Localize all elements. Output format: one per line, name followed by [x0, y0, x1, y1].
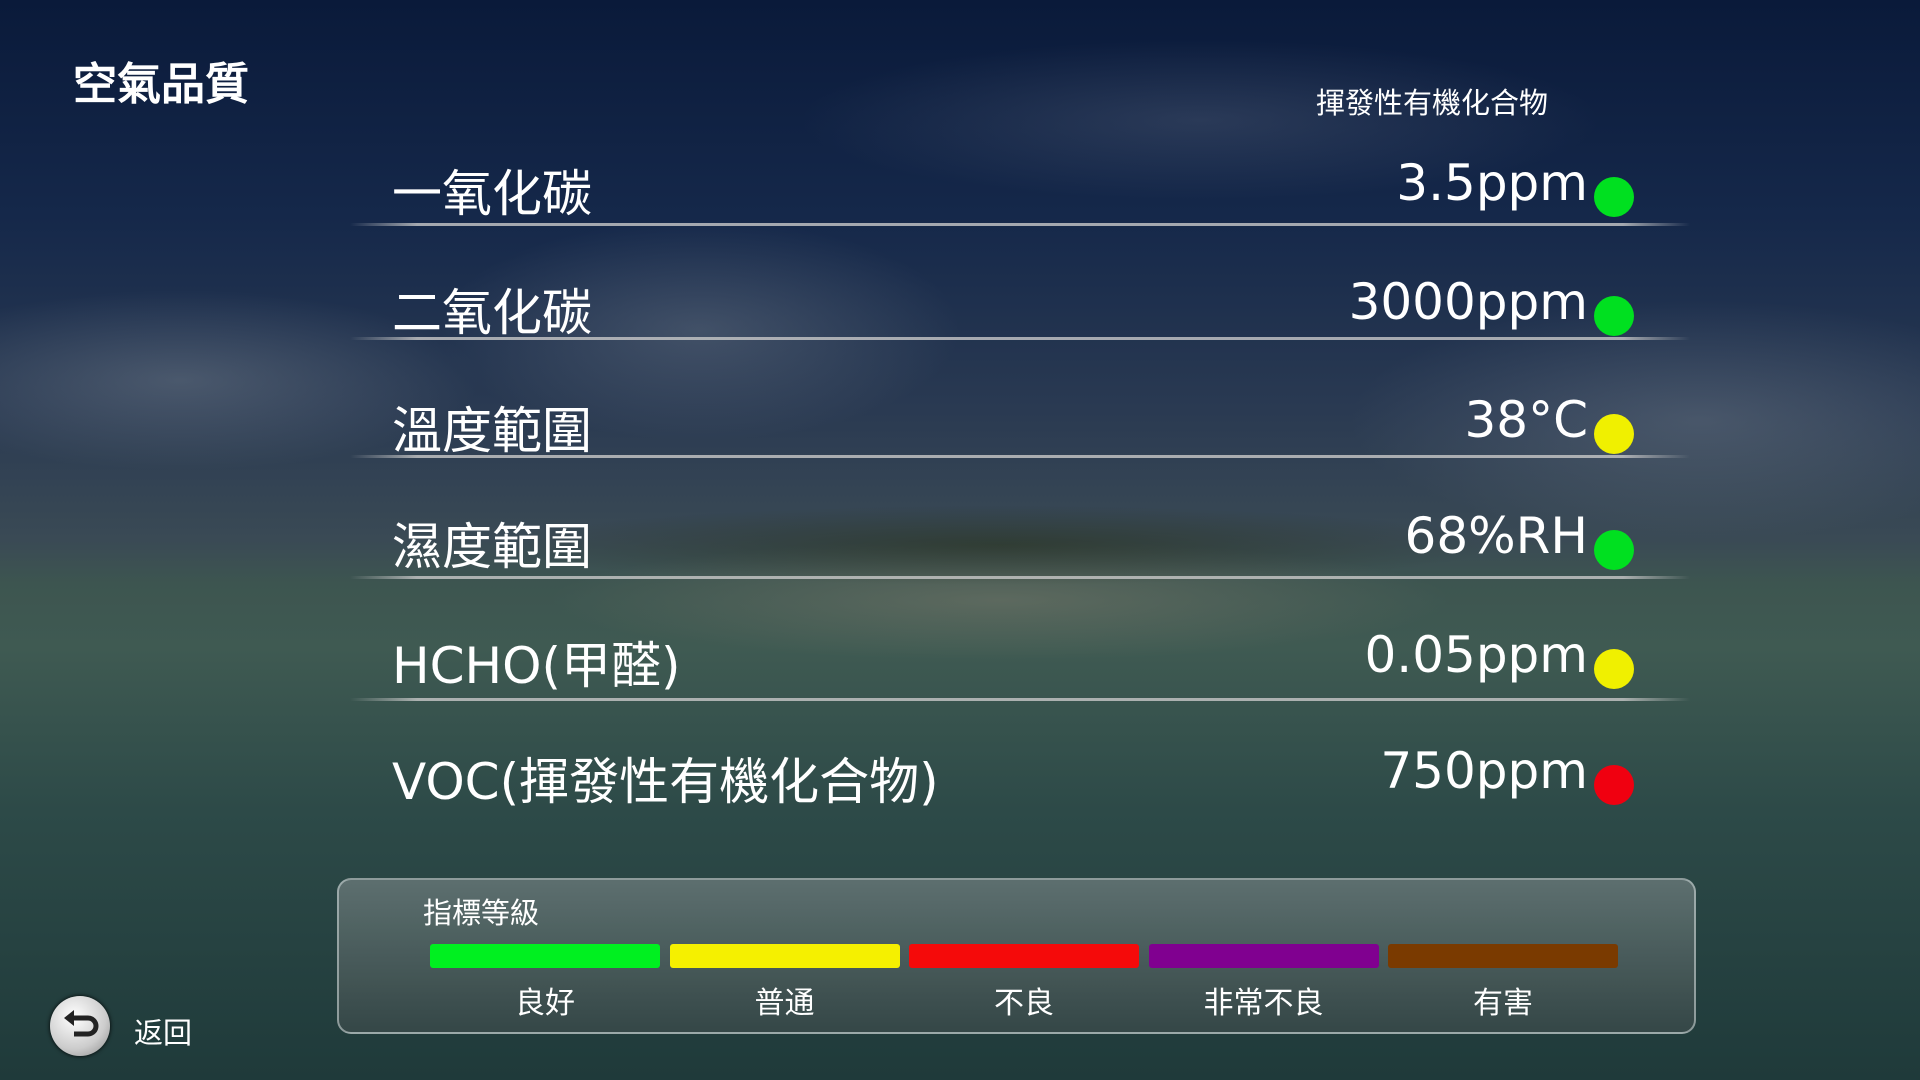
level-color-bar	[909, 944, 1139, 968]
level-color-bar	[430, 944, 660, 968]
level-color-bar	[1148, 944, 1379, 968]
level-label: 普通	[754, 986, 815, 1021]
status-dot-icon	[1594, 296, 1634, 336]
status-dot-icon	[1594, 765, 1634, 805]
row-value: 3.5ppm	[1396, 154, 1588, 212]
legend-panel: 指標等級 良好 普通 不良 非常不良 有害	[337, 878, 1696, 1034]
row-divider	[350, 223, 1690, 226]
row-divider	[350, 698, 1690, 701]
back-button[interactable]	[50, 996, 110, 1056]
level-label: 不良	[994, 986, 1054, 1021]
status-dot-icon	[1594, 530, 1634, 570]
level-color-bar	[669, 944, 900, 968]
row-label: HCHO(甲醛)	[392, 637, 681, 695]
status-dot-icon	[1594, 649, 1634, 689]
back-arrow-icon	[64, 1010, 99, 1037]
row-value: 3000ppm	[1348, 273, 1588, 331]
row-label: 濕度範圍	[392, 518, 592, 576]
row-label: 二氧化碳	[392, 284, 592, 342]
page-title: 空氣品質	[73, 59, 249, 110]
row-label: 一氧化碳	[392, 165, 592, 223]
row-divider	[350, 455, 1690, 458]
row-value: 38°C	[1464, 391, 1588, 449]
row-divider	[350, 337, 1690, 340]
column-header: 揮發性有機化合物	[1315, 86, 1548, 120]
level-label: 良好	[515, 986, 575, 1021]
level-label: 非常不良	[1203, 986, 1324, 1021]
table-row: VOC(揮發性有機化合物) 750ppm	[340, 720, 1690, 830]
row-value: 0.05ppm	[1364, 626, 1588, 684]
table-row: 二氧化碳 3000ppm	[340, 251, 1690, 361]
table-row: 溫度範圍 38°C	[340, 369, 1690, 479]
back-label[interactable]: 返回	[134, 1010, 192, 1052]
status-dot-icon	[1594, 177, 1634, 217]
row-divider	[350, 576, 1690, 579]
row-value: 68%RH	[1404, 507, 1588, 565]
level-label: 有害	[1473, 986, 1533, 1021]
row-label: 溫度範圍	[392, 402, 592, 460]
row-value: 750ppm	[1380, 742, 1588, 800]
row-label: VOC(揮發性有機化合物)	[392, 753, 939, 811]
status-dot-icon	[1594, 414, 1634, 454]
level-color-bar	[1388, 944, 1618, 968]
legend-title: 指標等級	[423, 896, 540, 930]
